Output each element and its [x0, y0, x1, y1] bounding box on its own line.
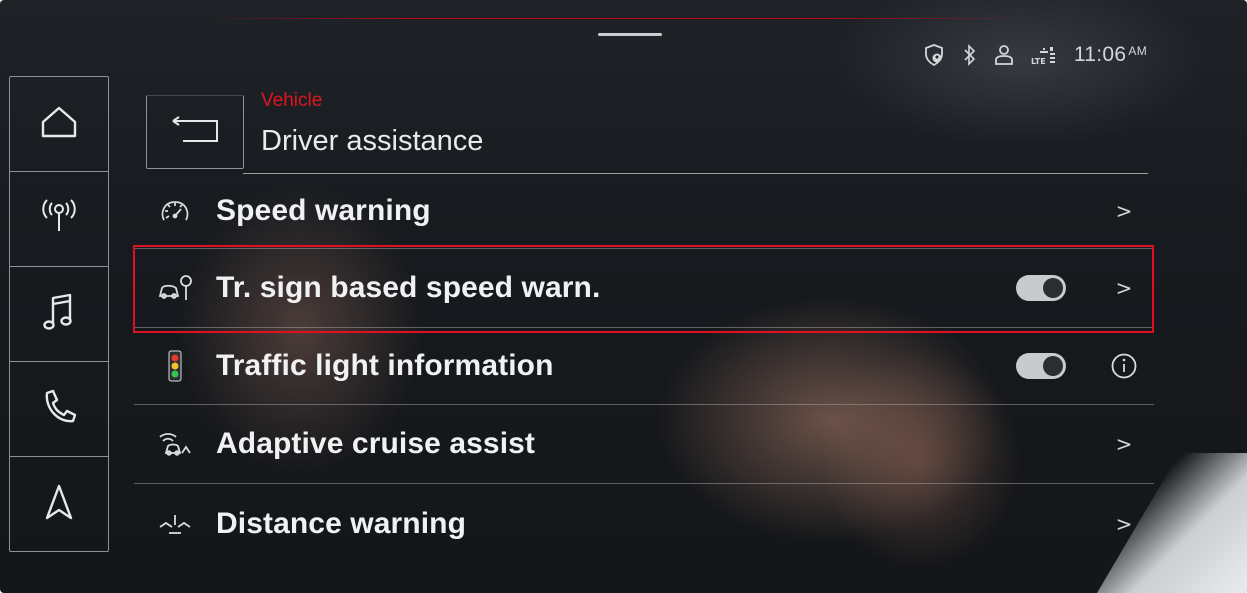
clock-time: 11:06 — [1073, 43, 1127, 66]
home-icon — [39, 104, 79, 144]
music-icon — [42, 292, 76, 336]
list-item-distance-warning[interactable]: Distance warning > — [134, 484, 1154, 564]
user-profile-icon — [994, 43, 1014, 67]
radio-icon — [38, 197, 80, 241]
nav-navigation-button[interactable] — [10, 457, 108, 551]
nav-home-button[interactable] — [10, 77, 108, 172]
list-item-label: Adaptive cruise assist — [216, 427, 536, 460]
nav-media-button[interactable] — [10, 267, 108, 362]
list-item-traffic-light-information[interactable]: Traffic light information — [134, 328, 1154, 405]
bluetooth-icon — [962, 43, 978, 67]
info-icon[interactable] — [1094, 352, 1154, 380]
list-item-label: Speed warning — [216, 194, 431, 227]
chevron-right-icon: > — [1115, 199, 1133, 223]
status-bar: LTE 11:06 AM — [922, 40, 1147, 70]
nav-radio-button[interactable] — [10, 172, 108, 267]
clock: 11:06 AM — [1074, 43, 1147, 67]
infotainment-screen: LTE 11:06 AM Vehicle Driver assistance S… — [0, 0, 1247, 593]
toggle-switch[interactable] — [1016, 353, 1066, 379]
list-item-label: Traffic light information — [216, 349, 554, 382]
distance-warning-icon — [134, 511, 216, 537]
pull-down-handle[interactable] — [598, 33, 662, 36]
svg-text:LTE: LTE — [1031, 57, 1046, 66]
selection-highlight — [133, 245, 1154, 333]
breadcrumb: Vehicle — [261, 90, 323, 111]
lte-signal-icon: LTE — [1030, 43, 1058, 67]
list-item-speed-warning[interactable]: Speed warning > — [134, 174, 1154, 249]
settings-list: Speed warning > Tr. sign based speed war… — [134, 174, 1154, 564]
page-title: Driver assistance — [261, 125, 484, 157]
navigation-icon — [44, 482, 74, 526]
phone-icon — [39, 387, 79, 431]
main-navigation — [9, 76, 109, 552]
back-button[interactable] — [146, 95, 244, 169]
speedometer-icon — [134, 198, 216, 224]
list-item-label: Distance warning — [216, 507, 466, 540]
traffic-light-icon — [134, 350, 216, 382]
nav-phone-button[interactable] — [10, 362, 108, 457]
adaptive-cruise-icon — [134, 431, 216, 457]
clock-ampm: AM — [1128, 44, 1147, 58]
shield-location-icon — [922, 43, 946, 67]
chevron-right-icon: > — [1115, 432, 1133, 456]
list-item-adaptive-cruise-assist[interactable]: Adaptive cruise assist > — [134, 405, 1154, 484]
back-arrow-icon — [165, 113, 225, 151]
top-accent-line — [200, 18, 1030, 19]
